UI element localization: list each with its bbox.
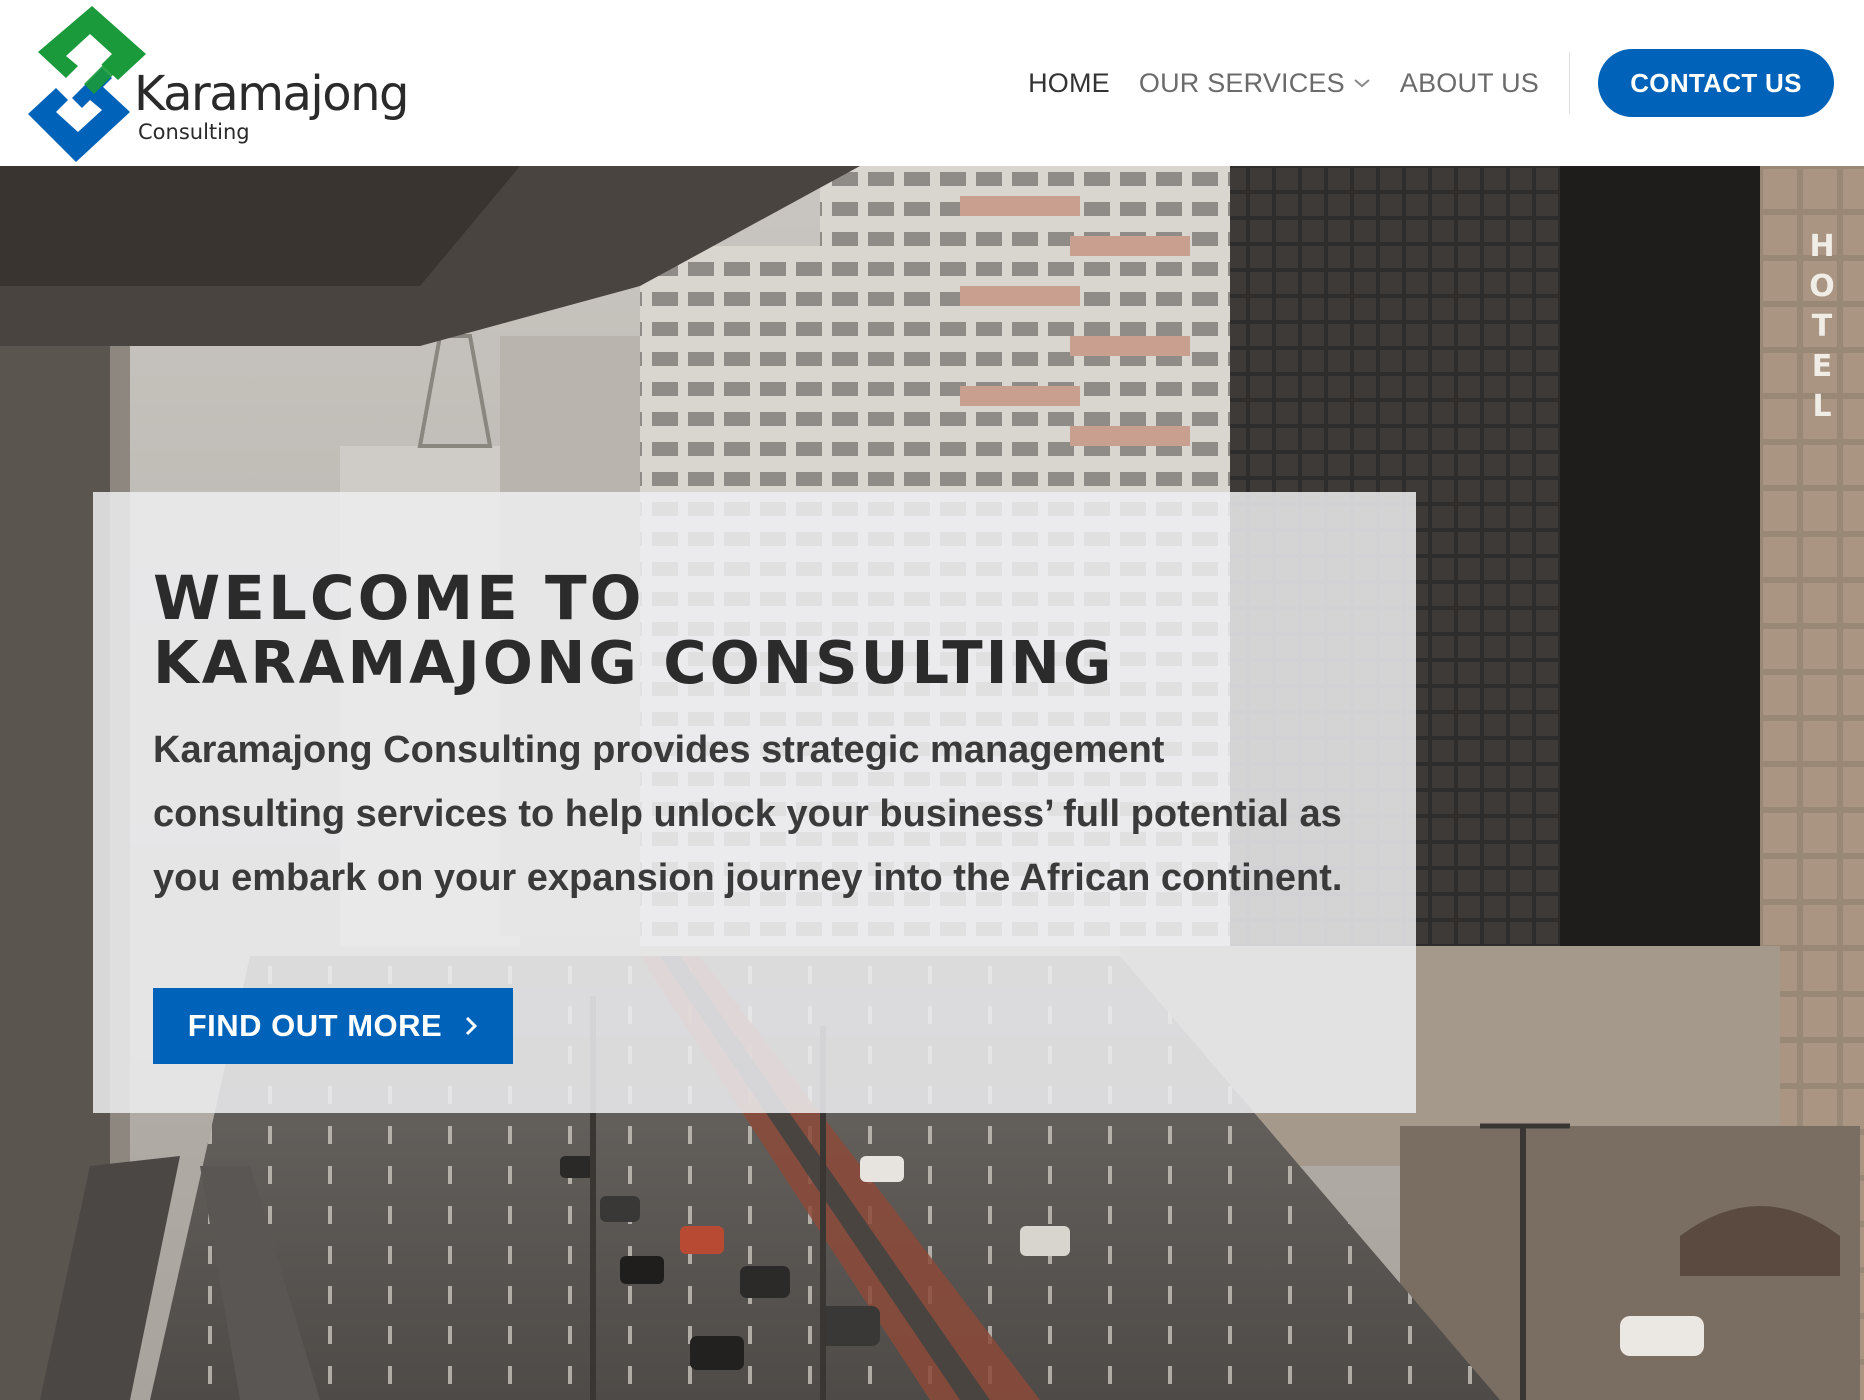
nav-divider bbox=[1569, 52, 1570, 114]
nav-about-us[interactable]: ABOUT US bbox=[1400, 68, 1539, 99]
find-out-more-button[interactable]: FIND OUT MORE bbox=[153, 988, 513, 1064]
chevron-down-icon bbox=[1354, 79, 1370, 88]
hero-section: H O T E L WELCOME TO KARAMAJONG CONSULTI… bbox=[0, 166, 1864, 1400]
chevron-right-icon bbox=[466, 1016, 478, 1036]
nav-home-label: HOME bbox=[1028, 67, 1110, 98]
main-nav: HOME OUR SERVICES ABOUT US CONTACT US bbox=[999, 0, 1864, 166]
svg-text:O: O bbox=[1809, 269, 1835, 304]
logo[interactable]: Karamajong Consulting bbox=[26, 4, 409, 164]
svg-text:L: L bbox=[1812, 389, 1831, 424]
nav-our-services[interactable]: OUR SERVICES bbox=[1139, 68, 1371, 99]
hero-title: KARAMAJONG CONSULTING bbox=[153, 628, 1115, 697]
nav-home[interactable]: HOME bbox=[1028, 68, 1110, 99]
contact-us-button[interactable]: CONTACT US bbox=[1598, 49, 1834, 117]
hero-content-panel: WELCOME TO KARAMAJONG CONSULTING Karamaj… bbox=[93, 492, 1416, 1113]
hero-welcome: WELCOME TO bbox=[153, 563, 645, 634]
hero-intro: Karamajong Consulting provides strategic… bbox=[153, 729, 1343, 899]
logo-name: Karamajong bbox=[134, 66, 409, 122]
logo-tagline: Consulting bbox=[138, 120, 250, 144]
svg-text:E: E bbox=[1812, 349, 1833, 384]
find-out-more-label: FIND OUT MORE bbox=[187, 1008, 443, 1043]
nav-our-services-label: OUR SERVICES bbox=[1138, 67, 1345, 98]
svg-text:H: H bbox=[1809, 229, 1834, 264]
site-header: Karamajong Consulting HOME OUR SERVICES … bbox=[0, 0, 1864, 166]
svg-text:T: T bbox=[1812, 309, 1833, 344]
nav-about-us-label: ABOUT US bbox=[1399, 67, 1539, 98]
